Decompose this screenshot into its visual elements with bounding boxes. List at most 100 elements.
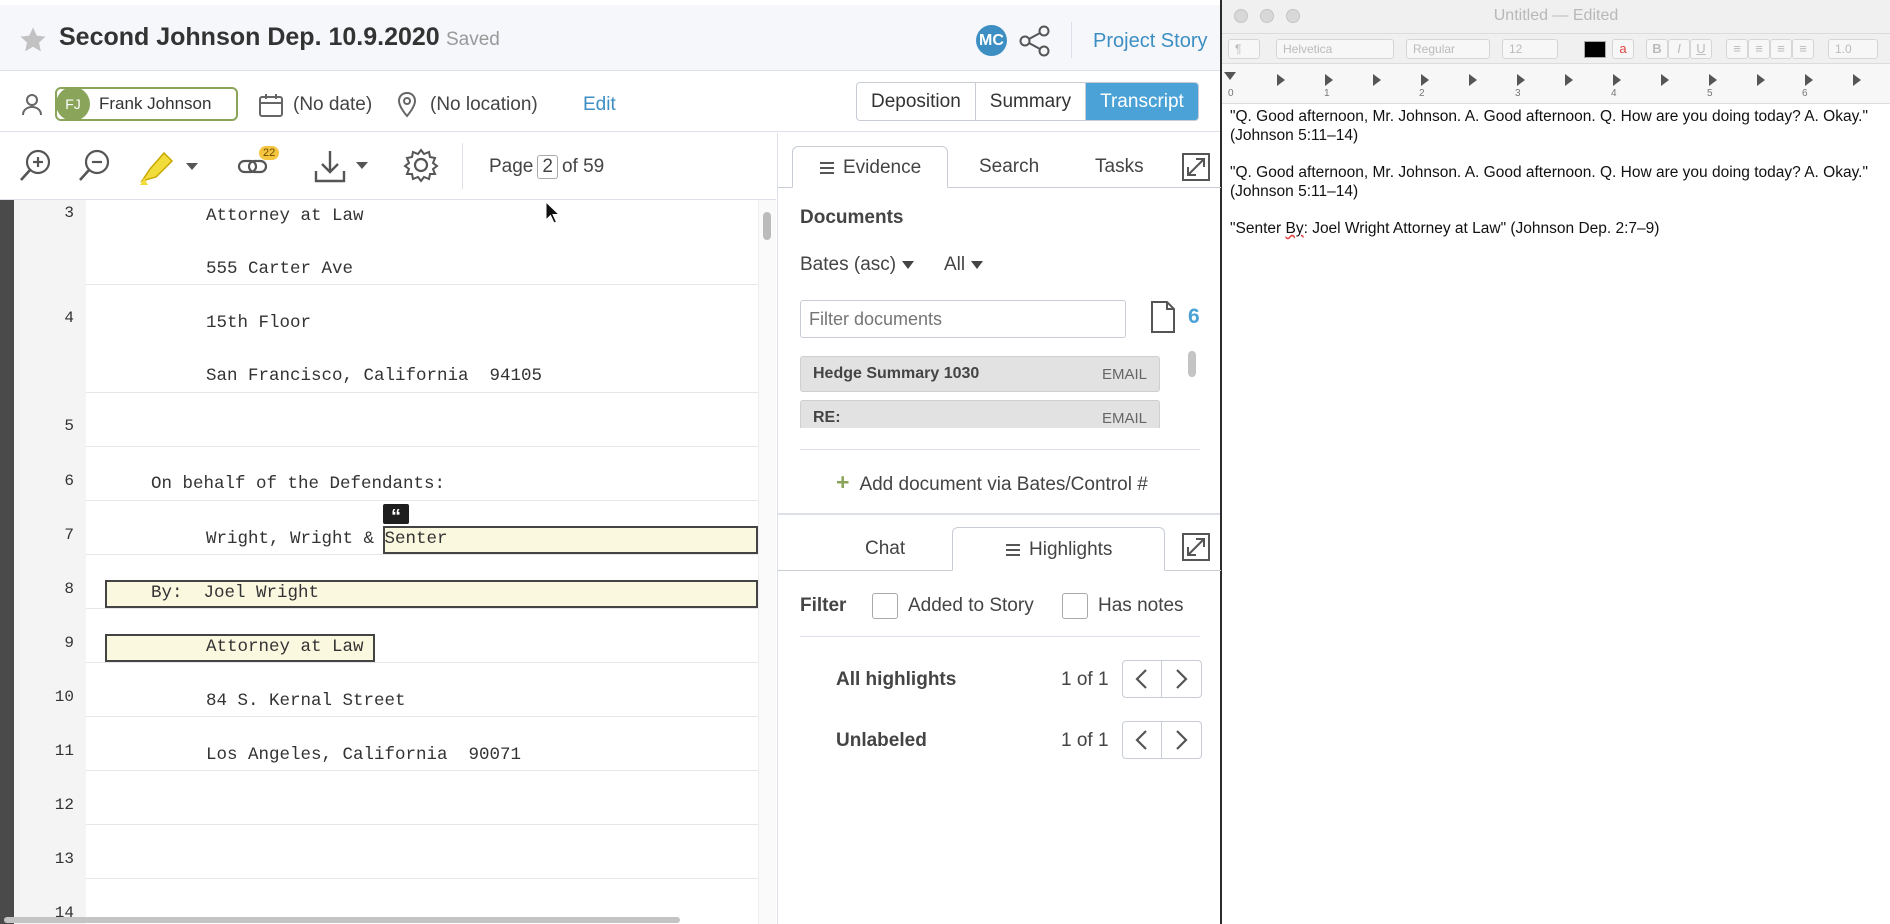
line-number: 5 bbox=[64, 417, 74, 435]
document-body[interactable]: "Q. Good afternoon, Mr. Johnson. A. Good… bbox=[1230, 107, 1880, 256]
horizontal-scroll-thumb[interactable] bbox=[4, 917, 680, 923]
transcript-text: By: Joel Wright bbox=[151, 583, 320, 603]
divider bbox=[800, 449, 1200, 450]
page-number-input[interactable]: 2 bbox=[537, 155, 558, 179]
add-document-label: Add document via Bates/Control # bbox=[859, 474, 1148, 495]
tab-evidence-label: Evidence bbox=[843, 157, 922, 178]
previous-highlight-button[interactable] bbox=[1122, 660, 1162, 698]
tab-stop-icon[interactable] bbox=[1661, 74, 1669, 86]
tab-stop-icon[interactable] bbox=[1277, 74, 1285, 86]
font-style-select[interactable]: Regular bbox=[1406, 39, 1490, 59]
ruler-number: 3 bbox=[1515, 88, 1521, 99]
tab-search[interactable]: Search bbox=[979, 146, 1039, 188]
filter-documents-input[interactable] bbox=[800, 300, 1126, 338]
page-total: of 59 bbox=[561, 156, 605, 177]
tab-stop-icon[interactable] bbox=[1325, 74, 1333, 86]
tab-stop-icon[interactable] bbox=[1517, 74, 1525, 86]
tab-stop-icon[interactable] bbox=[1373, 74, 1381, 86]
tab-deposition[interactable]: Deposition bbox=[857, 83, 976, 120]
download-icon[interactable] bbox=[312, 147, 372, 185]
font-size-select[interactable]: 12 bbox=[1502, 39, 1558, 59]
line-spacing-select[interactable]: 1.0 bbox=[1828, 39, 1878, 59]
project-story-link[interactable]: Project Story bbox=[1093, 30, 1207, 53]
previous-unlabeled-button[interactable] bbox=[1122, 721, 1162, 759]
line-number: 11 bbox=[54, 742, 74, 760]
bold-button[interactable]: B bbox=[1646, 39, 1668, 59]
tab-stop-icon[interactable] bbox=[1421, 74, 1429, 86]
list-icon bbox=[1006, 543, 1020, 556]
tab-summary[interactable]: Summary bbox=[976, 83, 1087, 120]
unlabeled-count: 1 of 1 bbox=[1061, 730, 1109, 751]
quote-icon[interactable]: “ bbox=[383, 504, 409, 528]
transcript-text: Los Angeles, California 90071 bbox=[206, 745, 522, 765]
vertical-scroll-thumb[interactable] bbox=[763, 212, 771, 240]
star-icon[interactable] bbox=[18, 25, 48, 55]
edit-meta-link[interactable]: Edit bbox=[583, 94, 616, 116]
ruler[interactable]: 0 1 2 3 4 5 6 bbox=[1222, 64, 1890, 104]
tab-stop-icon[interactable] bbox=[1469, 74, 1477, 86]
transcript-viewer[interactable]: “ 3 Attorney at Law 555 Carter Ave 4 15t… bbox=[0, 200, 776, 924]
list-item[interactable]: RE: EMAIL bbox=[800, 400, 1160, 428]
zoom-in-icon[interactable] bbox=[18, 147, 54, 183]
paragraph[interactable]: "Senter By: Joel Wright Attorney at Law"… bbox=[1230, 219, 1880, 238]
transcript-text: Attorney at Law bbox=[206, 206, 364, 226]
next-highlight-button[interactable] bbox=[1162, 660, 1202, 698]
tab-evidence[interactable]: Evidence bbox=[792, 146, 949, 188]
line-number: 3 bbox=[64, 204, 74, 222]
list-item[interactable]: Hedge Summary 1030 EMAIL bbox=[800, 356, 1160, 392]
tab-stop-icon[interactable] bbox=[1757, 74, 1765, 86]
expand-icon[interactable] bbox=[1182, 533, 1210, 561]
tab-stop-icon[interactable] bbox=[1853, 74, 1861, 86]
type-filter-dropdown[interactable]: All bbox=[944, 254, 984, 276]
has-notes-checkbox[interactable] bbox=[1062, 593, 1088, 619]
indent-marker-icon[interactable] bbox=[1224, 72, 1236, 80]
evidence-panel: Evidence Search Tasks Documents Bates (a… bbox=[777, 133, 1221, 513]
highlighter-icon[interactable] bbox=[136, 147, 202, 187]
tab-stop-icon[interactable] bbox=[1565, 74, 1573, 86]
expand-icon[interactable] bbox=[1182, 153, 1210, 181]
mouse-cursor-icon bbox=[545, 201, 561, 224]
divider bbox=[1071, 22, 1072, 58]
tab-tasks[interactable]: Tasks bbox=[1095, 146, 1144, 188]
align-center-button[interactable]: ≡ bbox=[1748, 39, 1770, 59]
row-divider bbox=[86, 554, 758, 555]
document-icon bbox=[1151, 301, 1175, 333]
person-icon bbox=[22, 94, 42, 116]
font-family-select[interactable]: Helvetica bbox=[1276, 39, 1394, 59]
tab-transcript[interactable]: Transcript bbox=[1086, 83, 1198, 120]
tab-stop-icon[interactable] bbox=[1613, 74, 1621, 86]
underline-button[interactable]: U bbox=[1690, 39, 1712, 59]
add-document-button[interactable]: + Add document via Bates/Control # bbox=[836, 469, 1148, 496]
sort-dropdown[interactable]: Bates (asc) bbox=[800, 254, 915, 276]
align-left-button[interactable]: ≡ bbox=[1726, 39, 1748, 59]
paragraph-style-select[interactable]: ¶ bbox=[1228, 39, 1260, 59]
sort-label: Bates (asc) bbox=[800, 254, 897, 275]
paragraph[interactable]: "Q. Good afternoon, Mr. Johnson. A. Good… bbox=[1230, 107, 1880, 145]
vertical-scrollbar[interactable] bbox=[758, 200, 776, 924]
tab-chat[interactable]: Chat bbox=[865, 527, 905, 571]
transcript-text: On behalf of the Defendants: bbox=[151, 474, 446, 494]
added-to-story-checkbox[interactable] bbox=[872, 593, 898, 619]
paragraph[interactable]: "Q. Good afternoon, Mr. Johnson. A. Good… bbox=[1230, 163, 1880, 201]
chevron-left-icon bbox=[1135, 669, 1147, 689]
highlight-color-button[interactable]: a bbox=[1612, 39, 1634, 59]
line-number: 6 bbox=[64, 472, 74, 490]
caret-down-icon bbox=[902, 260, 915, 269]
document-list-scroll-thumb[interactable] bbox=[1188, 351, 1196, 377]
tab-highlights[interactable]: Highlights bbox=[952, 527, 1166, 571]
witness-name[interactable]: Frank Johnson bbox=[99, 94, 211, 114]
justify-button[interactable]: ≡ bbox=[1792, 39, 1814, 59]
next-unlabeled-button[interactable] bbox=[1162, 721, 1202, 759]
tab-stop-icon[interactable] bbox=[1709, 74, 1717, 86]
text-color-swatch[interactable] bbox=[1584, 41, 1606, 58]
document-title: Untitled bbox=[1493, 7, 1548, 24]
italic-button[interactable]: I bbox=[1668, 39, 1690, 59]
user-avatar[interactable]: MC bbox=[976, 25, 1007, 56]
caret-down-icon bbox=[971, 260, 984, 269]
align-right-button[interactable]: ≡ bbox=[1770, 39, 1792, 59]
share-icon[interactable] bbox=[1018, 25, 1052, 57]
gear-icon[interactable] bbox=[403, 147, 439, 183]
tab-stop-icon[interactable] bbox=[1805, 74, 1813, 86]
zoom-out-icon[interactable] bbox=[77, 147, 113, 183]
all-highlights-count: 1 of 1 bbox=[1061, 669, 1109, 690]
